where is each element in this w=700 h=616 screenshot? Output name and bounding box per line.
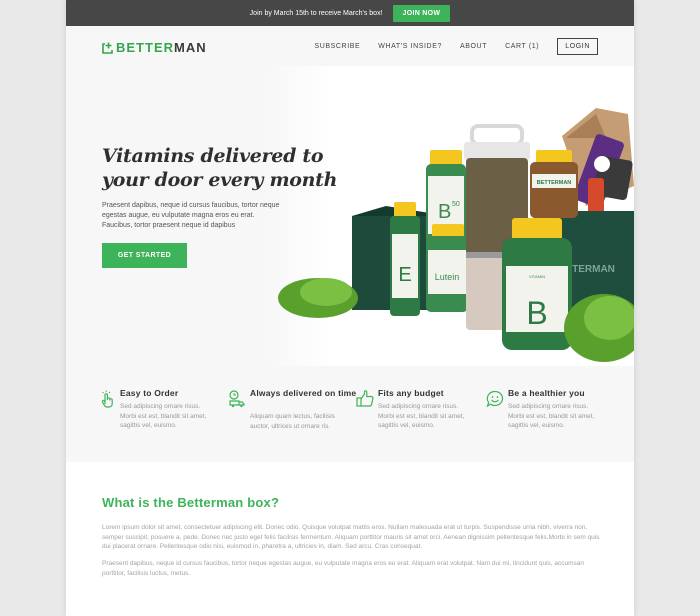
bottle-lutein-text: Lutein <box>435 272 460 282</box>
bottle-e-cap <box>394 202 416 218</box>
get-started-button[interactable]: GET STARTED <box>102 243 187 268</box>
bottle-top <box>530 162 578 218</box>
about-paragraph-1: Lorem ipsum dolor sit amet, consectetuer… <box>102 524 600 550</box>
feature-text: Sed adipiscing ornare risus. Morbi est e… <box>120 403 207 429</box>
feature-text: Sed adipiscing ornare risus. Morbi est e… <box>508 403 595 429</box>
nav-about[interactable]: ABOUT <box>460 43 487 50</box>
smiley-chat-icon <box>486 390 504 408</box>
logo-text-man: MAN <box>174 40 207 55</box>
bottle-b-vitamin-text: VITAMIN <box>529 274 545 279</box>
join-now-button[interactable]: JOIN NOW <box>392 4 451 22</box>
promo-text: Join by March 15th to receive March's bo… <box>249 9 383 17</box>
feature-title: Easy to Order <box>120 388 179 398</box>
canister-lid <box>464 142 530 160</box>
bottle-b50-letter: B <box>438 201 451 223</box>
bottle-b-letter: B <box>526 295 547 331</box>
moss-left-highlight <box>300 278 352 306</box>
box-brand-text: TTERMAN <box>566 264 615 275</box>
moss-right-highlight <box>584 296 634 340</box>
logo-plus-icon <box>102 42 113 54</box>
bottle-b50-number: 50 <box>452 201 460 208</box>
promo-bar: Join by March 15th to receive March's bo… <box>66 0 634 26</box>
feature-title: Be a healthier you <box>508 388 585 398</box>
site-header: BETTERMAN SUBSCRIBE WHAT'S INSIDE? ABOUT… <box>66 26 634 66</box>
hand-pointer-icon <box>101 390 113 408</box>
bottle-e-letter: E <box>398 264 411 286</box>
bottle-lutein-cap <box>432 224 464 238</box>
nav-whats-inside[interactable]: WHAT'S INSIDE? <box>378 43 442 50</box>
page: Join by March 15th to receive March's bo… <box>66 0 634 616</box>
delivery-truck-icon <box>229 390 245 408</box>
feature-text: Aliquam quam lectus, facilisis auctor, u… <box>250 413 335 430</box>
feature-title: Fits any budget <box>378 388 444 398</box>
snack-logo <box>594 156 610 172</box>
vitamin-products-illustration: TTERMAN E B 50 Lutein VITAMIN B BETTERMA… <box>278 108 634 362</box>
bottle-top-cap <box>536 150 572 164</box>
about-title: What is the Betterman box? <box>102 495 280 510</box>
about-paragraph-2: Praesent dapibus, neque id cursus faucib… <box>102 560 585 577</box>
about-section: What is the Betterman box? Lorem ipsum d… <box>66 462 634 616</box>
hero-product-photo: TTERMAN E B 50 Lutein VITAMIN B BETTERMA… <box>266 66 634 366</box>
main-nav: SUBSCRIBE WHAT'S INSIDE? ABOUT CART (1) … <box>314 38 598 55</box>
nav-cart[interactable]: CART (1) <box>505 43 539 50</box>
logo[interactable]: BETTERMAN <box>102 40 207 55</box>
hero-subtitle: Praesent dapibus, neque id cursus faucib… <box>102 202 280 229</box>
logo-text: BETTERMAN <box>116 40 207 55</box>
feature-title: Always delivered on time <box>250 388 357 398</box>
bottle-top-brand: BETTERMAN <box>537 180 572 186</box>
features-section: Easy to Order Sed adipiscing ornare risu… <box>66 366 634 462</box>
nav-subscribe[interactable]: SUBSCRIBE <box>314 43 360 50</box>
logo-text-better: BETTER <box>116 40 174 55</box>
thumbs-up-icon <box>356 390 374 407</box>
feature-text: Sed adipiscing ornare risus. Morbi est e… <box>378 403 465 429</box>
hero-section: TTERMAN E B 50 Lutein VITAMIN B BETTERMA… <box>66 66 634 366</box>
canister-handle <box>470 124 524 146</box>
bottle-b50-cap <box>430 150 462 166</box>
hero-title: Vitamins delivered to your door every mo… <box>102 145 338 191</box>
login-button[interactable]: LOGIN <box>557 38 598 55</box>
